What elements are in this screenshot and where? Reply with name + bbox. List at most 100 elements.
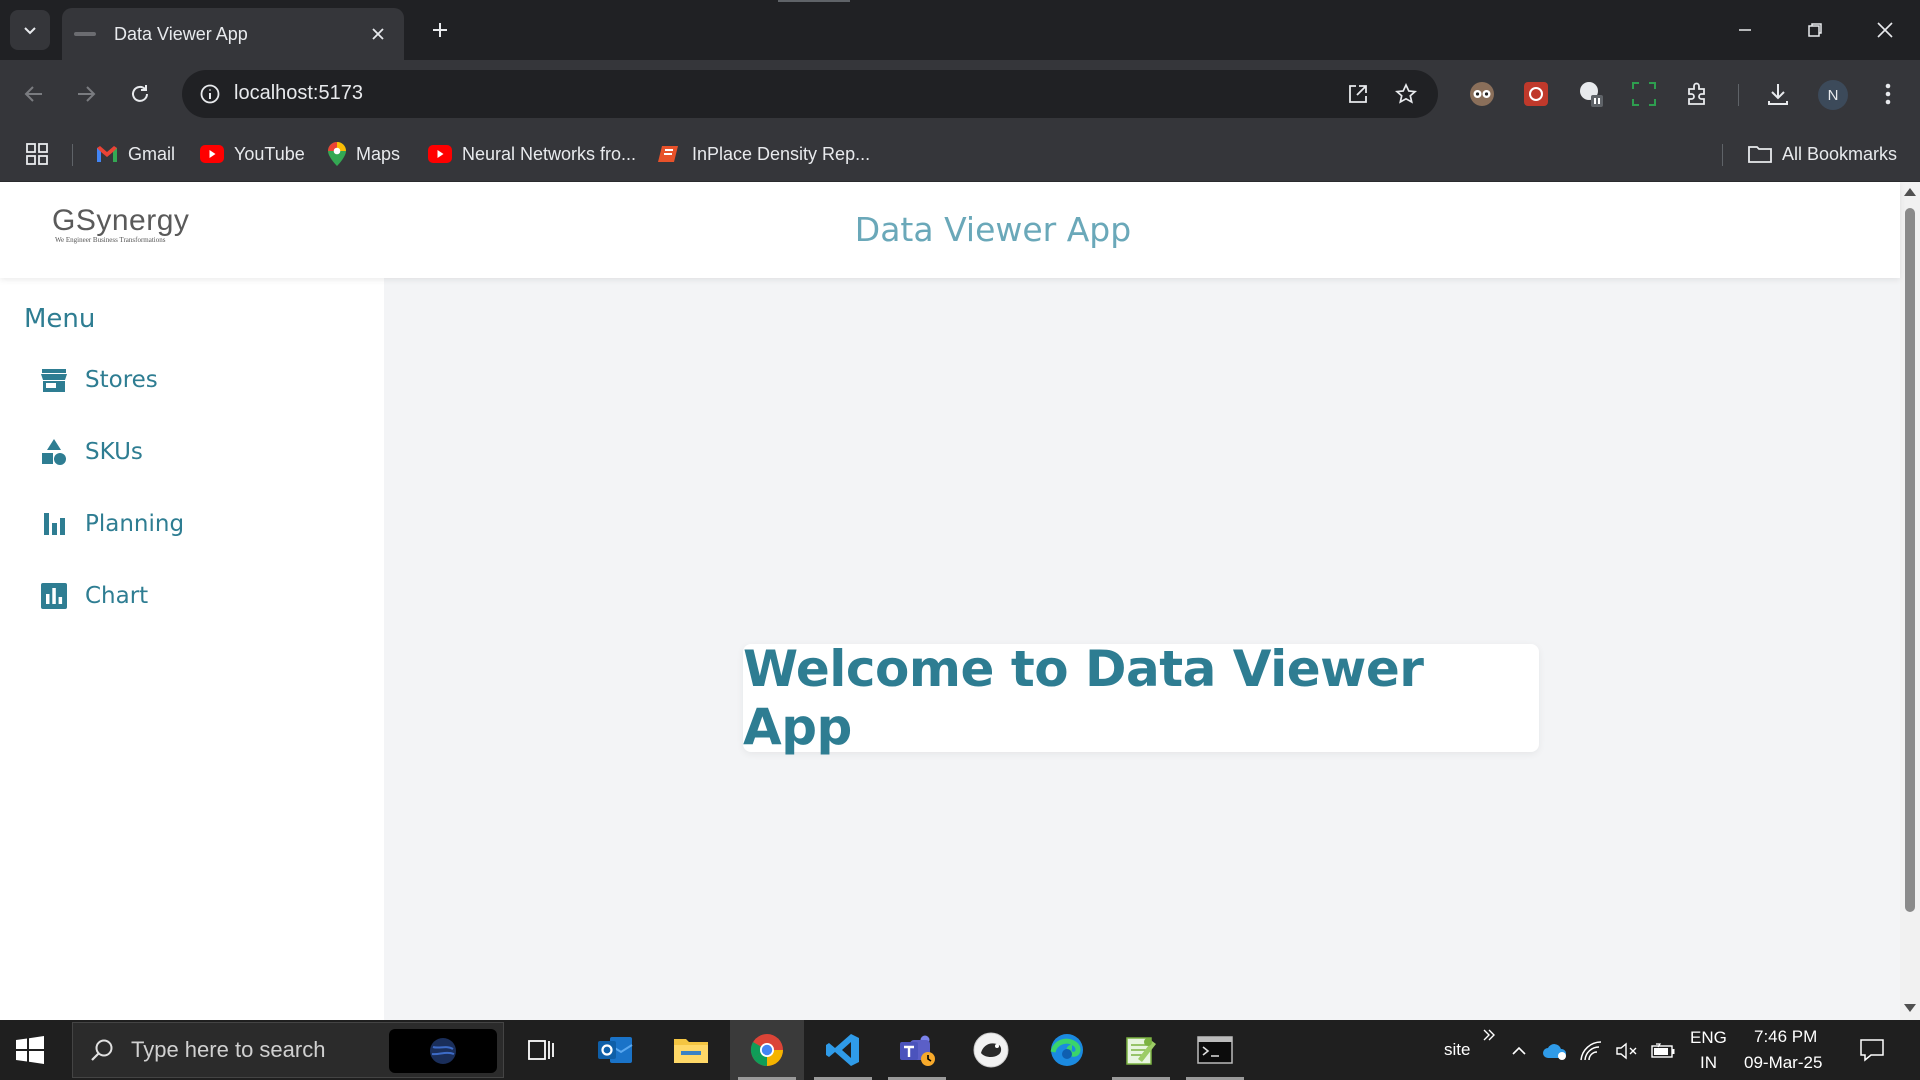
clock-time: 7:46 PM <box>1754 1027 1818 1046</box>
taskbar-vscode[interactable] <box>806 1020 880 1080</box>
browser-menu-button[interactable] <box>1872 78 1904 110</box>
reload-icon <box>132 85 148 102</box>
close-icon <box>372 28 384 40</box>
close-window-button[interactable] <box>1850 0 1920 60</box>
shapes-icon <box>38 436 70 468</box>
page-scrollbar[interactable] <box>1900 182 1920 1020</box>
address-bar[interactable]: localhost:5173 <box>182 70 1438 118</box>
profile-avatar[interactable]: N <box>1818 80 1848 110</box>
all-bookmarks-button[interactable]: All Bookmarks <box>1748 140 1897 168</box>
tray-volume[interactable] <box>1614 1038 1640 1064</box>
notification-center-button[interactable] <box>1858 1036 1886 1064</box>
extensions-button[interactable] <box>1682 78 1714 110</box>
external-link-icon <box>1349 85 1367 103</box>
vscode-icon <box>826 1034 859 1066</box>
plus-icon <box>433 23 447 37</box>
volume-muted-icon <box>1616 1042 1637 1060</box>
tray-onedrive[interactable] <box>1542 1038 1568 1064</box>
sidebar-item-label: Chart <box>85 583 149 609</box>
bookmark-neural-networks[interactable]: Neural Networks fro... <box>428 140 636 168</box>
outlook-icon <box>598 1037 633 1063</box>
star-icon <box>1395 83 1417 104</box>
info-icon <box>200 84 220 104</box>
scroll-down-arrow[interactable] <box>1904 1004 1916 1012</box>
sidebar-item-stores[interactable]: Stores <box>38 360 158 400</box>
tray-battery[interactable] <box>1650 1038 1676 1064</box>
search-icon <box>91 1039 113 1061</box>
gmail-icon <box>97 146 117 162</box>
downloads-button[interactable] <box>1762 78 1794 110</box>
new-tab-button[interactable] <box>424 14 456 46</box>
taskbar-outlook[interactable] <box>578 1020 652 1080</box>
arrow-left-icon <box>24 86 42 102</box>
sidebar-item-label: SKUs <box>85 439 143 465</box>
back-button[interactable] <box>16 76 52 112</box>
sidebar-item-chart[interactable]: Chart <box>38 576 148 616</box>
sidebar-item-skus[interactable]: SKUs <box>38 432 143 472</box>
show-hidden-icons-button[interactable] <box>1506 1038 1532 1064</box>
language-code: ENG <box>1690 1028 1727 1047</box>
taskbar-terminal[interactable] <box>1178 1020 1252 1080</box>
taskbar-file-explorer[interactable] <box>654 1020 728 1080</box>
page-viewport: GSynergy We Engineer Business Transforma… <box>0 182 1920 1020</box>
notepad-plus-icon <box>1126 1037 1156 1065</box>
tab-title: Data Viewer App <box>114 23 248 44</box>
tab-close-button[interactable] <box>366 22 390 46</box>
terminal-icon <box>1197 1036 1233 1064</box>
taskbar-edge[interactable] <box>1030 1020 1104 1080</box>
teams-icon <box>900 1035 935 1066</box>
browser-toolbar: localhost:5173 N <box>0 60 1920 128</box>
minimize-button[interactable] <box>1710 0 1780 60</box>
taskbar-app-round[interactable] <box>954 1020 1028 1080</box>
extension-owl-button[interactable] <box>1466 78 1498 110</box>
taskbar-search-box[interactable]: Type here to search <box>72 1022 504 1078</box>
app-header: GSynergy We Engineer Business Transforma… <box>0 182 1900 278</box>
extension-chat-button[interactable] <box>1576 78 1608 110</box>
browser-tab[interactable]: Data Viewer App <box>62 8 404 60</box>
url-text[interactable]: localhost:5173 <box>234 82 363 105</box>
open-in-app-button[interactable] <box>1344 80 1372 108</box>
tray-network[interactable] <box>1578 1038 1604 1064</box>
capture-extension-icon <box>1632 82 1656 106</box>
tab-favicon <box>74 32 96 36</box>
bookmark-inplace-density[interactable]: InPlace Density Rep... <box>658 140 870 168</box>
bookmark-maps[interactable]: Maps <box>328 140 400 168</box>
extension-red-button[interactable] <box>1520 78 1552 110</box>
reload-button[interactable] <box>122 76 158 112</box>
taskbar-teams[interactable] <box>880 1020 954 1080</box>
bookmark-star-button[interactable] <box>1392 80 1420 108</box>
bookmark-youtube[interactable]: YouTube <box>200 140 305 168</box>
tray-overflow-chevrons[interactable] <box>1478 1022 1500 1048</box>
youtube-icon <box>200 145 224 163</box>
search-highlight-thumbnail[interactable] <box>389 1029 497 1073</box>
windows-start-icon[interactable] <box>16 1036 44 1064</box>
taskbar-notepad-plus[interactable] <box>1104 1020 1178 1080</box>
window-controls <box>1710 0 1920 60</box>
folder-icon <box>674 1039 708 1063</box>
battery-charging-icon <box>1651 1043 1675 1058</box>
task-view-icon <box>528 1040 554 1060</box>
tray-site-label[interactable]: site <box>1444 1040 1470 1060</box>
forward-button[interactable] <box>68 76 104 112</box>
scroll-thumb[interactable] <box>1905 208 1915 912</box>
bookmark-gmail[interactable]: Gmail <box>96 140 175 168</box>
scroll-up-arrow[interactable] <box>1904 188 1916 196</box>
restore-button[interactable] <box>1780 0 1850 60</box>
double-chevron-right-icon <box>1483 1029 1495 1041</box>
task-view-button[interactable] <box>504 1020 578 1080</box>
bookmark-label: Gmail <box>128 143 176 164</box>
restore-icon <box>1808 23 1822 37</box>
sidebar-item-label: Stores <box>85 367 158 393</box>
folder-icon <box>1748 146 1772 163</box>
welcome-heading: Welcome to Data Viewer App <box>743 640 1424 756</box>
menu-title: Menu <box>24 304 96 334</box>
cloud-icon <box>1543 1044 1567 1060</box>
globe-icon <box>430 1038 456 1064</box>
extension-capture-button[interactable] <box>1628 78 1660 110</box>
taskbar-chrome[interactable] <box>730 1020 804 1080</box>
tab-search-button[interactable] <box>10 10 50 50</box>
site-info-button[interactable] <box>194 78 226 110</box>
bookmarks-divider <box>1722 144 1723 166</box>
apps-button[interactable] <box>26 140 48 168</box>
sidebar-item-planning[interactable]: Planning <box>38 504 184 544</box>
